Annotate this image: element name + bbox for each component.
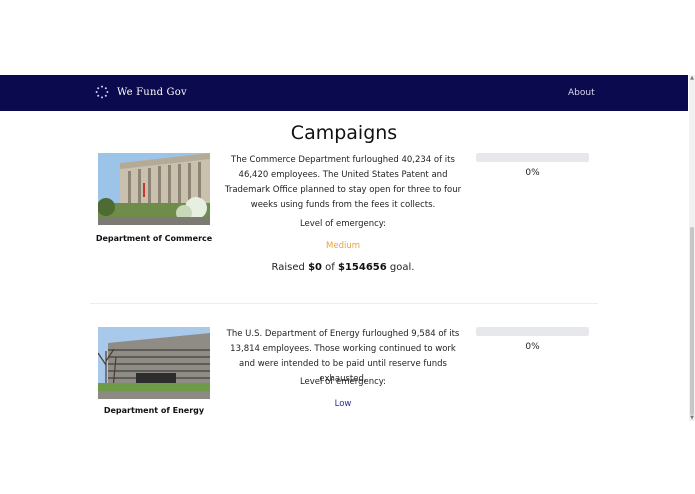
nav-about-link[interactable]: About (568, 88, 595, 98)
partially-hidden-text: ... ........... ...... . . (96, 111, 221, 112)
navbar: We Fund Gov About (0, 75, 688, 111)
campaign-title: Department of Energy (103, 406, 205, 415)
scroll-up-arrow-icon[interactable]: ▲ (689, 75, 695, 81)
progress-percent: 0% (525, 342, 540, 352)
department-of-energy-image (98, 327, 210, 399)
raised-mid: of (322, 262, 338, 273)
progress-bar (476, 153, 589, 162)
dotted-ring-icon (95, 85, 109, 99)
raised-summary: Raised $0 of $154656 goal. (224, 262, 462, 273)
brand-link[interactable]: We Fund Gov (95, 85, 187, 99)
raised-suffix: goal. (386, 262, 415, 273)
raised-amount: $0 (308, 262, 322, 273)
progress-bar (476, 327, 589, 336)
department-of-commerce-image (98, 153, 210, 225)
page-title: Campaigns (290, 122, 398, 144)
emergency-level: Low (334, 399, 352, 409)
emergency-label: Level of emergency: (299, 377, 387, 387)
raised-prefix: Raised (271, 262, 309, 273)
page-scrollbar[interactable]: ▲ ▼ (689, 75, 695, 421)
divider (90, 303, 598, 304)
campaign-description: The Commerce Department furloughed 40,23… (224, 155, 462, 210)
emergency-label: Level of emergency: (299, 219, 387, 229)
brand-name: We Fund Gov (117, 86, 187, 98)
progress-percent: 0% (525, 168, 540, 178)
goal-amount: $154656 (338, 262, 387, 273)
campaign-title: Department of Commerce (95, 234, 213, 243)
scroll-thumb[interactable] (690, 227, 694, 415)
campaigns-section: ... ........... ...... . . Campaigns Dep… (0, 111, 688, 421)
emergency-level: Medium (326, 241, 360, 251)
scroll-down-arrow-icon[interactable]: ▼ (689, 415, 695, 421)
